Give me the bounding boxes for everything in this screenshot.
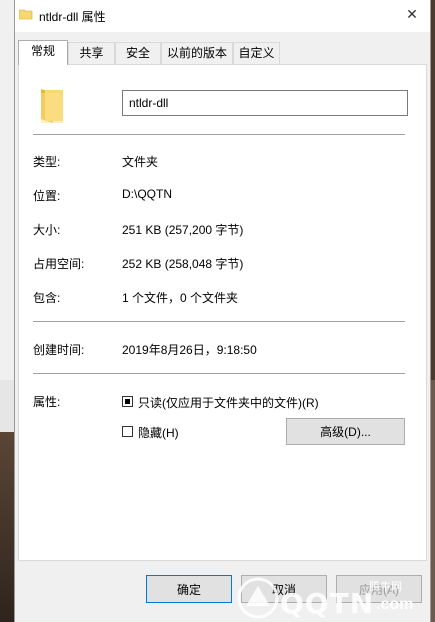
attributes-label: 属性: xyxy=(33,395,61,409)
background-window-strip xyxy=(0,380,14,432)
location-value: D:\QQTN xyxy=(122,187,172,201)
folder-icon xyxy=(39,87,65,128)
hidden-checkbox[interactable] xyxy=(122,426,133,437)
contains-value: 1 个文件，0 个文件夹 xyxy=(122,291,239,305)
location-label: 位置: xyxy=(33,189,61,203)
tab-security[interactable]: 安全 xyxy=(115,42,161,64)
general-panel: 类型: 文件夹 位置: D:\QQTN 大小: 251 KB (257,200 … xyxy=(18,64,427,561)
size-on-disk-label: 占用空间: xyxy=(33,257,85,271)
hidden-label[interactable]: 隐藏(H) xyxy=(138,424,179,441)
type-value: 文件夹 xyxy=(122,155,159,169)
created-value: 2019年8月26日，9:18:50 xyxy=(122,343,257,357)
type-label: 类型: xyxy=(33,155,61,169)
readonly-label[interactable]: 只读(仅应用于文件夹中的文件)(R) xyxy=(138,394,319,411)
background-window xyxy=(0,0,14,380)
size-on-disk-value: 252 KB (258,048 字节) xyxy=(122,257,244,271)
cancel-button[interactable]: 取消 xyxy=(241,575,327,603)
tab-general[interactable]: 常规 xyxy=(18,40,68,65)
window-title: ntldr-dll 属性 xyxy=(39,10,106,24)
apply-button[interactable]: 应用(A) xyxy=(336,575,422,603)
tab-sharing[interactable]: 共享 xyxy=(68,42,115,64)
size-value: 251 KB (257,200 字节) xyxy=(122,223,244,237)
close-icon[interactable]: ✕ xyxy=(404,6,420,22)
folder-name-field[interactable] xyxy=(122,90,408,116)
folder-icon xyxy=(18,9,33,20)
tab-previous-versions[interactable]: 以前的版本 xyxy=(161,42,233,64)
separator xyxy=(33,373,405,374)
tab-bar: 常规 共享 安全 以前的版本 自定义 xyxy=(15,40,430,65)
desktop-wallpaper-right xyxy=(431,380,435,622)
size-label: 大小: xyxy=(33,223,61,237)
readonly-checkbox[interactable] xyxy=(122,396,133,407)
desktop-wallpaper xyxy=(0,432,14,622)
contains-label: 包含: xyxy=(33,291,61,305)
ok-button[interactable]: 确定 xyxy=(146,575,232,603)
separator xyxy=(33,321,405,322)
tab-customize[interactable]: 自定义 xyxy=(233,42,280,64)
advanced-button[interactable]: 高级(D)... xyxy=(286,418,405,445)
created-label: 创建时间: xyxy=(33,343,85,357)
title-bar[interactable]: ntldr-dll 属性 ✕ xyxy=(15,0,430,32)
separator xyxy=(33,134,405,135)
properties-dialog: ntldr-dll 属性 ✕ 常规 共享 安全 以前的版本 自定义 类型: 文件… xyxy=(14,0,431,622)
